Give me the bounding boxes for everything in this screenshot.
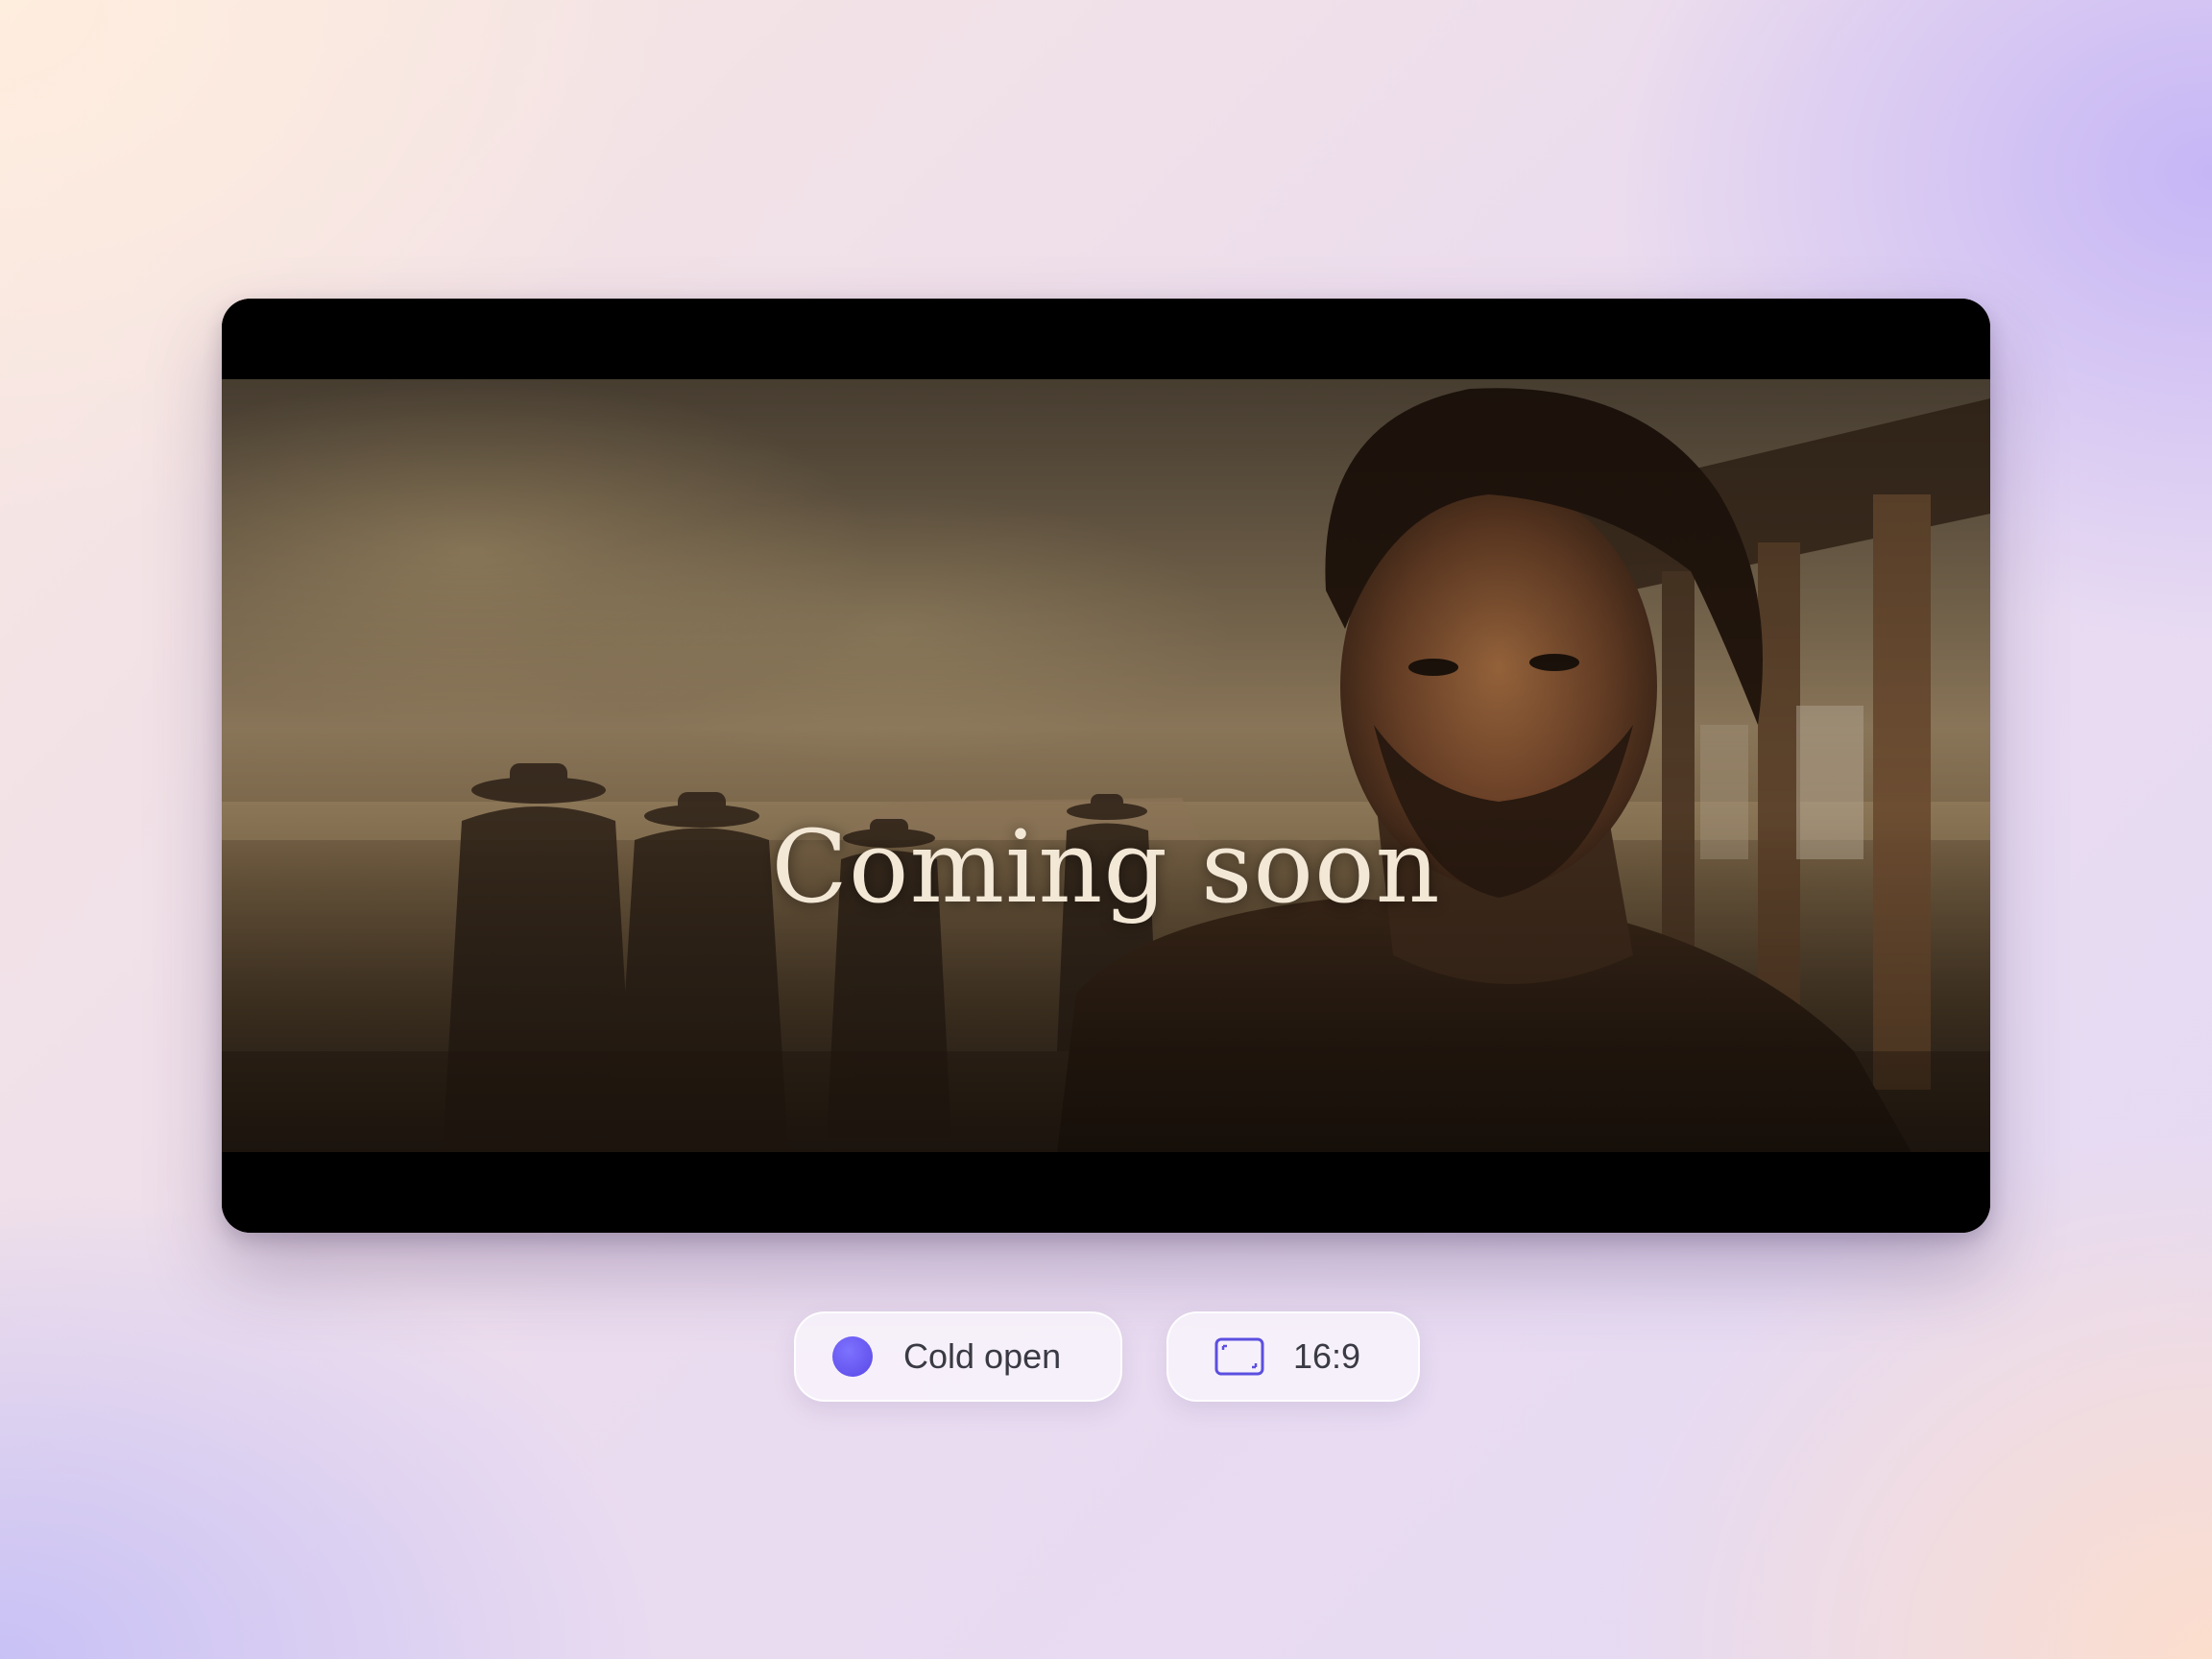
coming-soon-title: Coming soon bbox=[771, 808, 1441, 926]
film-still-image bbox=[222, 379, 1990, 1152]
scene-chip[interactable]: Cold open bbox=[794, 1311, 1122, 1402]
aspect-ratio-chip[interactable]: 16:9 bbox=[1166, 1311, 1420, 1402]
letterbox-bottom-bar bbox=[222, 1152, 1990, 1233]
aspect-ratio-icon bbox=[1214, 1337, 1264, 1376]
letterbox-top-bar bbox=[222, 299, 1990, 379]
video-preview-card[interactable]: Coming soon bbox=[222, 299, 1990, 1233]
scene-chip-label: Cold open bbox=[903, 1336, 1062, 1376]
scene-color-dot-icon bbox=[832, 1336, 873, 1377]
aspect-ratio-label: 16:9 bbox=[1293, 1336, 1361, 1376]
